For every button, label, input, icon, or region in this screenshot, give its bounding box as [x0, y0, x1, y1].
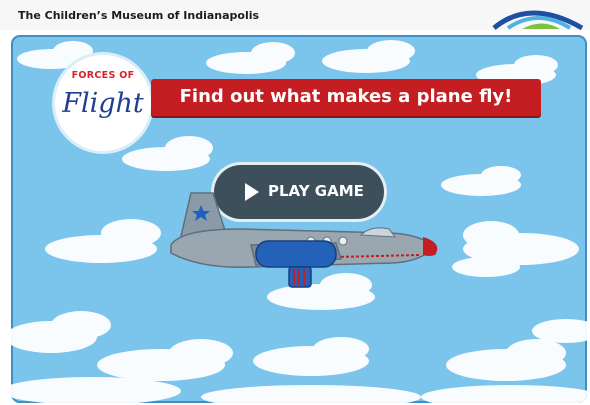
museum-logo-icon: [492, 10, 584, 30]
game-canvas[interactable]: FORCES OF Flight Find out what makes a p…: [11, 35, 587, 403]
forces-of-flight-logo: FORCES OF Flight: [55, 55, 151, 151]
tagline-banner: Find out what makes a plane fly!: [151, 79, 541, 116]
site-header: The Children’s Museum of Indianapolis: [0, 0, 590, 30]
tagline-text: Find out what makes a plane fly!: [179, 86, 513, 107]
airplane-icon: [170, 192, 438, 288]
logo-title: Flight: [62, 88, 144, 119]
logo-subtitle: FORCES OF: [71, 70, 135, 81]
museum-name: The Children’s Museum of Indianapolis: [18, 9, 260, 22]
